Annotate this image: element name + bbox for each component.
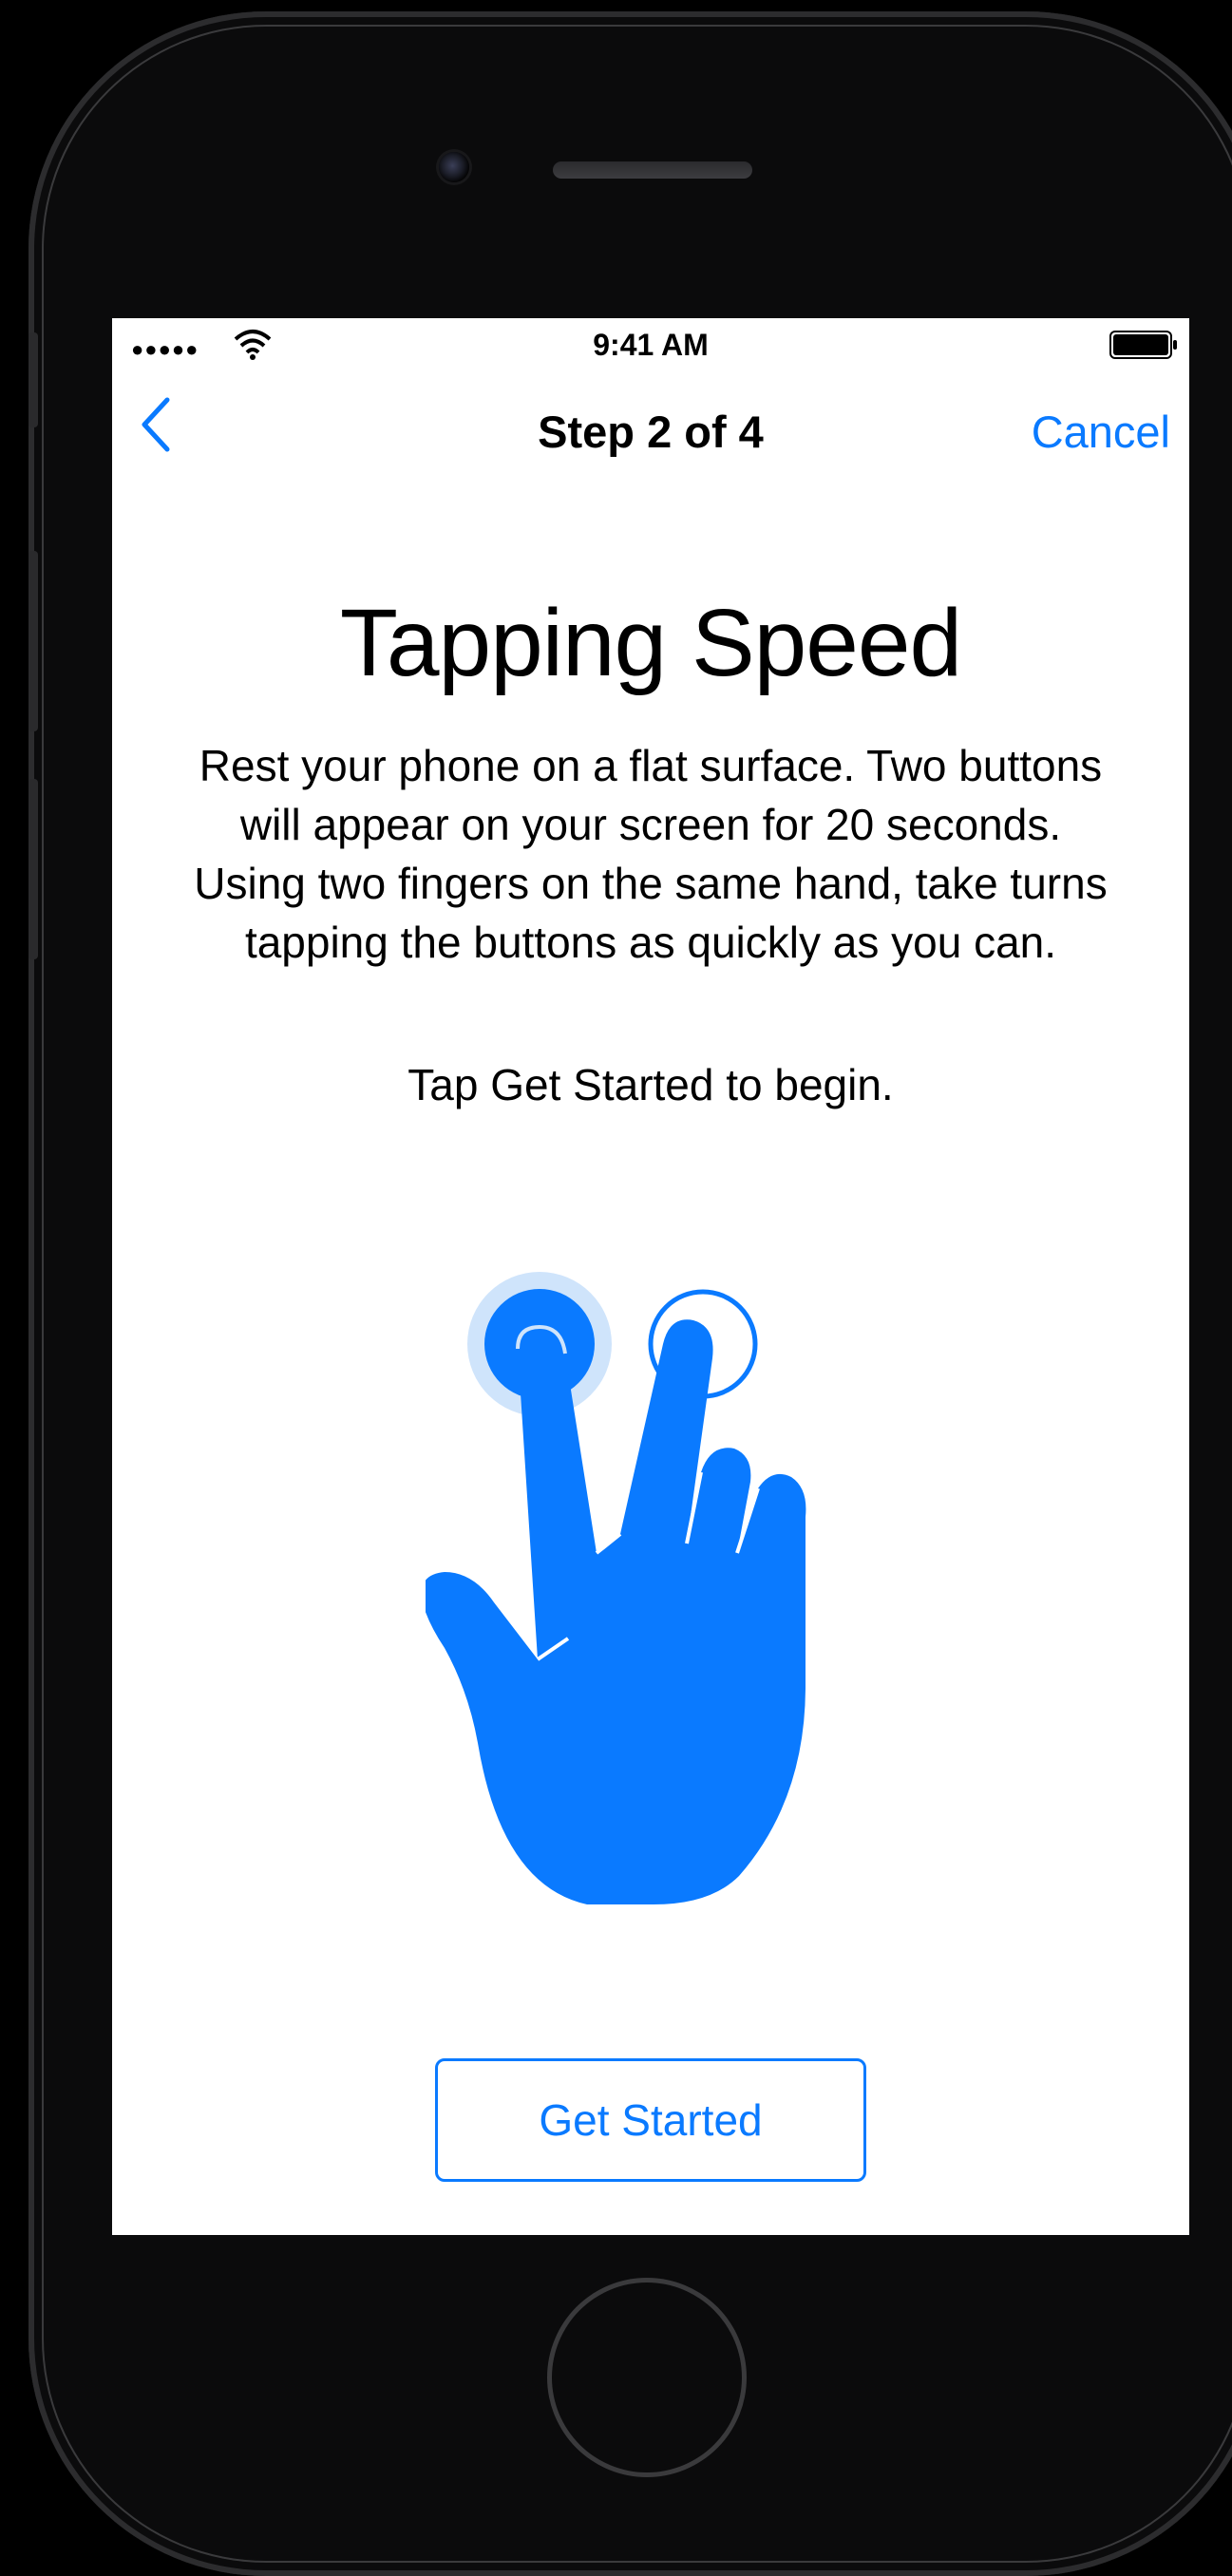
volume-up-button [28, 551, 38, 731]
instructions-text: Rest your phone on a flat surface. Two b… [194, 741, 1108, 967]
mute-switch [28, 332, 38, 427]
hint-text: Tap Get Started to begin. [408, 1060, 894, 1109]
status-time: 9:41 AM [593, 328, 709, 362]
cancel-button[interactable]: Cancel [1032, 406, 1170, 458]
two-finger-tap-hand-icon [426, 1272, 806, 1904]
volume-down-button [28, 779, 38, 959]
page-title: Tapping Speed [339, 590, 962, 696]
earpiece-speaker [553, 161, 752, 179]
step-indicator-title: Step 2 of 4 [538, 407, 764, 457]
home-button[interactable] [552, 2282, 742, 2472]
battery-full-icon [1109, 331, 1177, 359]
iphone-device-frame: ●●●●● 9:41 AM Step 2 of 4 Cancel Tapping… [0, 0, 1232, 2576]
status-bar: ●●●●● 9:41 AM [112, 318, 1189, 368]
phone-screen: ●●●●● 9:41 AM Step 2 of 4 Cancel Tapping… [112, 318, 1189, 2235]
get-started-button[interactable]: Get Started [435, 2058, 866, 2182]
front-camera [439, 152, 469, 182]
navigation-bar: Step 2 of 4 Cancel [112, 375, 1189, 470]
